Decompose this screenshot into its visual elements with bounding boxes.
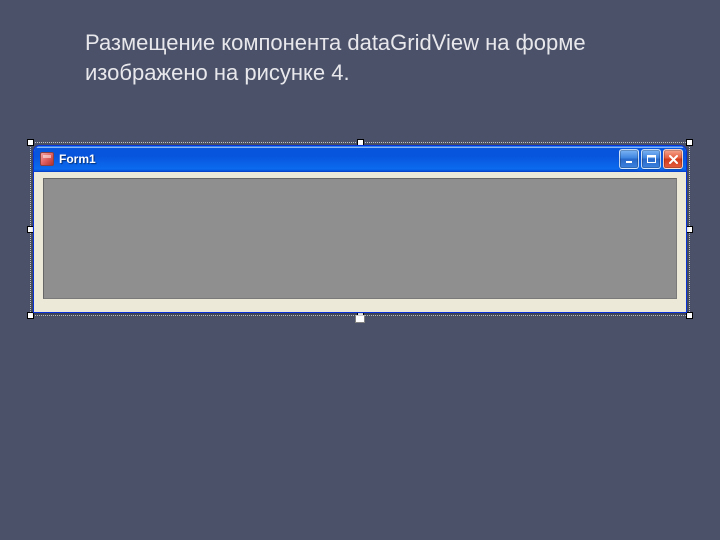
minimize-button[interactable]: [619, 149, 639, 169]
app-icon: [40, 152, 54, 166]
close-button[interactable]: [663, 149, 683, 169]
component-tray-handle[interactable]: [355, 315, 365, 323]
maximize-button[interactable]: [641, 149, 661, 169]
winform-window: Form1: [33, 145, 687, 313]
form-designer-selection: Form1: [30, 142, 690, 316]
datagridview[interactable]: [43, 178, 677, 299]
slide-caption: Размещение компонента dataGridView на фо…: [85, 28, 645, 87]
window-title: Form1: [59, 152, 619, 166]
resize-handle-tl[interactable]: [27, 139, 34, 146]
close-icon: [668, 154, 679, 165]
resize-handle-br[interactable]: [686, 312, 693, 319]
resize-handle-mr[interactable]: [686, 226, 693, 233]
form-client-area: [37, 172, 683, 309]
resize-handle-bl[interactable]: [27, 312, 34, 319]
resize-handle-tr[interactable]: [686, 139, 693, 146]
maximize-icon: [646, 154, 657, 165]
minimize-icon: [624, 154, 635, 165]
window-buttons: [619, 149, 683, 169]
titlebar[interactable]: Form1: [34, 146, 686, 172]
